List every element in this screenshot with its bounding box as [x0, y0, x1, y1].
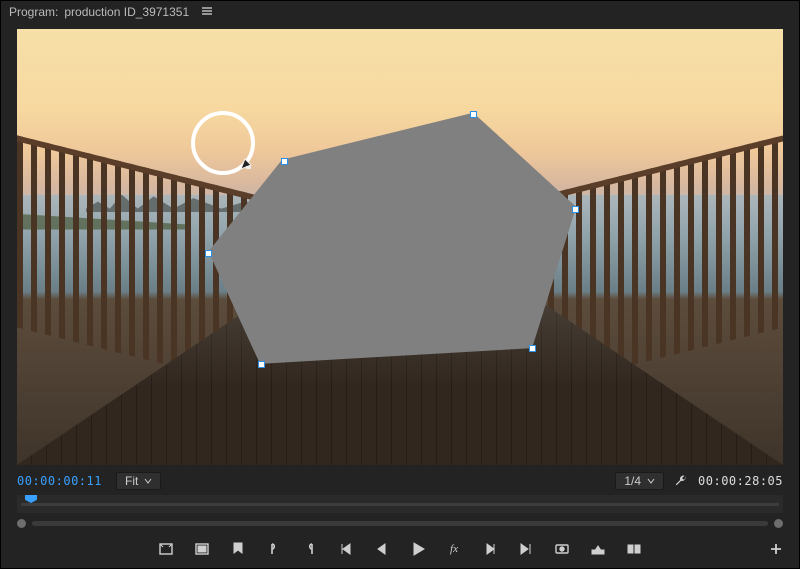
toggle-multicam-icon[interactable]	[193, 540, 211, 558]
zoom-handle-right[interactable]	[774, 519, 783, 528]
extract-icon[interactable]	[625, 540, 643, 558]
play-icon[interactable]	[409, 540, 427, 558]
step-back-icon[interactable]	[373, 540, 391, 558]
mask-anchor[interactable]	[205, 250, 212, 257]
viewport-container	[1, 23, 799, 471]
playback-info-bar: 00:00:00:11 Fit 1/4 00:00:28:05	[1, 471, 799, 493]
zoom-level-label: Fit	[125, 474, 138, 488]
mini-timeline-track	[21, 503, 779, 506]
fx-icon[interactable]: fx	[445, 540, 463, 558]
tutorial-highlight-ring	[191, 111, 255, 175]
marker-icon[interactable]	[229, 540, 247, 558]
zoom-bar[interactable]	[32, 521, 768, 526]
lift-icon[interactable]	[589, 540, 607, 558]
zoom-handle-left[interactable]	[17, 519, 26, 528]
duration-timecode: 00:00:28:05	[698, 474, 783, 488]
export-frame-icon[interactable]	[553, 540, 571, 558]
go-to-out-icon[interactable]	[517, 540, 535, 558]
mark-out-icon[interactable]	[301, 540, 319, 558]
mark-in-icon[interactable]	[265, 540, 283, 558]
button-editor-plus-icon[interactable]	[767, 540, 785, 558]
playback-resolution-dropdown[interactable]: 1/4	[615, 472, 664, 490]
settings-wrench-icon[interactable]	[674, 473, 688, 490]
playhead[interactable]	[25, 495, 37, 511]
step-forward-icon[interactable]	[481, 540, 499, 558]
panel-menu-icon[interactable]	[201, 5, 213, 20]
mask-anchor[interactable]	[258, 361, 265, 368]
mask-anchor[interactable]	[470, 111, 477, 118]
chevron-down-icon	[647, 477, 655, 485]
program-viewport[interactable]	[17, 29, 783, 465]
go-to-in-icon[interactable]	[337, 540, 355, 558]
zoom-level-dropdown[interactable]: Fit	[116, 472, 161, 490]
playback-resolution-label: 1/4	[624, 474, 641, 488]
mini-timeline[interactable]	[1, 493, 799, 515]
mask-anchor[interactable]	[572, 206, 579, 213]
current-timecode[interactable]: 00:00:00:11	[17, 474, 102, 488]
title-prefix: Program:	[9, 5, 58, 19]
panel-titlebar: Program: production ID_3971351	[1, 1, 799, 23]
chevron-down-icon	[144, 477, 152, 485]
timeline-zoom-scrollbar[interactable]	[1, 515, 799, 534]
safe-margins-icon[interactable]	[157, 540, 175, 558]
mask-anchor[interactable]	[281, 158, 288, 165]
program-monitor-panel: Program: production ID_3971351	[0, 0, 800, 569]
sequence-name: production ID_3971351	[64, 5, 189, 19]
transport-controls: fx	[1, 534, 799, 568]
mask-anchor[interactable]	[529, 345, 536, 352]
